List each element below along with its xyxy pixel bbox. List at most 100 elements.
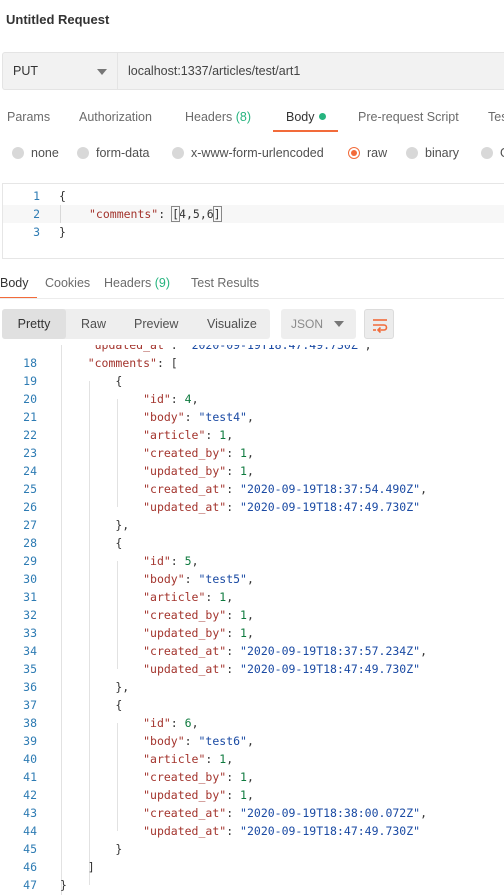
line-number: 44 <box>23 824 37 838</box>
code-text: { <box>60 698 123 712</box>
code-text: "article": 1, <box>143 752 234 766</box>
view-visualize[interactable]: Visualize <box>207 309 257 339</box>
code-line: 31 "article": 1, <box>0 588 504 606</box>
code-text: { <box>60 536 123 550</box>
request-title[interactable]: Untitled Request <box>6 12 109 27</box>
url-bar: PUT localhost:1337/articles/test/art1 <box>2 52 504 90</box>
radio-raw[interactable]: raw <box>348 146 387 160</box>
line-number: 31 <box>23 590 37 604</box>
code-line: 43 "created_at": "2020-09-19T18:38:00.07… <box>0 804 504 822</box>
line-number: 28 <box>23 536 37 550</box>
code-text: } <box>60 878 67 892</box>
headers-count: (8) <box>235 110 252 124</box>
code-text: "updated_by": 1, <box>143 626 254 640</box>
code-text: "updated_at": "2020-09-19T18:47:49.730Z" <box>143 500 421 514</box>
view-preview[interactable]: Preview <box>134 309 178 339</box>
code-line: 37 { <box>0 696 504 714</box>
line-number: 42 <box>23 788 37 802</box>
line-number: 43 <box>23 806 37 820</box>
radio-x-www-form-urlencoded[interactable]: x-www-form-urlencoded <box>172 146 324 160</box>
line-number: 19 <box>23 374 37 388</box>
code-text: "updated_by": 1, <box>143 464 254 478</box>
code-text: }, <box>60 518 130 532</box>
url-input[interactable]: localhost:1337/articles/test/art1 <box>117 52 504 90</box>
view-mode-group: Pretty Raw Preview Visualize <box>2 309 270 339</box>
code-line: 41 "created_by": 1, <box>0 768 504 786</box>
tab-response-headers[interactable]: Headers (9) <box>104 272 170 299</box>
radio-circle <box>12 147 24 159</box>
method-select[interactable]: PUT <box>2 52 117 90</box>
code-line: 24 "updated_by": 1, <box>0 462 504 480</box>
tab-params[interactable]: Params <box>7 104 50 132</box>
tab-test-results[interactable]: Test Results <box>191 272 259 299</box>
code-line: 45 } <box>0 840 504 858</box>
code-line: 38 "id": 6, <box>0 714 504 732</box>
radio-circle <box>77 147 89 159</box>
wrap-lines-button[interactable] <box>364 309 394 339</box>
tab-authorization[interactable]: Authorization <box>79 104 152 132</box>
view-pretty[interactable]: Pretty <box>2 309 66 339</box>
code-line: 28 { <box>0 534 504 552</box>
line-number: 24 <box>23 464 37 478</box>
radio-circle <box>406 147 418 159</box>
body-indicator-dot <box>318 113 326 120</box>
tab-pre-request-script[interactable]: Pre-request Script <box>358 104 459 132</box>
tab-body[interactable]: Body <box>273 104 337 132</box>
line-number: 20 <box>23 392 37 406</box>
code-text: "id": 4, <box>143 392 199 406</box>
radio-graphql[interactable]: G <box>481 146 504 160</box>
view-raw[interactable]: Raw <box>81 309 106 339</box>
divider <box>0 298 504 299</box>
tab-tests[interactable]: Tes <box>488 104 504 132</box>
line-number: 27 <box>23 518 37 532</box>
response-headers-count: (9) <box>154 276 171 290</box>
line-number: 25 <box>23 482 37 496</box>
format-label: JSON <box>291 317 324 331</box>
format-select[interactable]: JSON <box>281 309 356 339</box>
code-text: { <box>60 374 123 388</box>
chevron-down-icon <box>97 69 107 75</box>
code-line: 42 "updated_by": 1, <box>0 786 504 804</box>
code-line: 34 "created_at": "2020-09-19T18:37:57.23… <box>0 642 504 660</box>
code-text: "article": 1, <box>143 590 234 604</box>
code-line: 39 "body": "test6", <box>0 732 504 750</box>
code-line: 36 }, <box>0 678 504 696</box>
radio-form-data[interactable]: form-data <box>77 146 150 160</box>
line-number: 39 <box>23 734 37 748</box>
code-text: "body": "test6", <box>143 734 254 748</box>
code-line: 29 "id": 5, <box>0 552 504 570</box>
radio-circle <box>481 147 493 159</box>
radio-none[interactable]: none <box>12 146 59 160</box>
code-text: "created_by": 1, <box>143 770 254 784</box>
code-text: "body": "test4", <box>143 410 254 424</box>
request-body-editor[interactable]: 1 { 2 "comments": [4,5,6] 3 } <box>2 183 504 259</box>
indent-guide <box>60 205 61 223</box>
code-line: 46 ] <box>0 858 504 876</box>
tab-cookies[interactable]: Cookies <box>45 272 90 299</box>
editor-line: 3 } <box>33 225 66 239</box>
line-number: 45 <box>23 842 37 856</box>
line-number: 35 <box>23 662 37 676</box>
line-number: 18 <box>23 356 37 370</box>
line-number: 30 <box>23 572 37 586</box>
line-number: 33 <box>23 626 37 640</box>
code-text: "created_by": 1, <box>143 446 254 460</box>
code-text: "updated_by": 1, <box>143 788 254 802</box>
code-line: 20 "id": 4, <box>0 390 504 408</box>
tab-response-body[interactable]: Body <box>0 272 36 299</box>
code-text: "created_by": 1, <box>143 608 254 622</box>
radio-binary[interactable]: binary <box>406 146 459 160</box>
code-text: "updated_at": "2020-09-19T18:47:49.730Z" <box>143 824 421 838</box>
code-text: "id": 6, <box>143 716 199 730</box>
line-number: 23 <box>23 446 37 460</box>
code-text: "updated_at": "2020-09-19T18:47:49.730Z" <box>143 662 421 676</box>
line-number: 36 <box>23 680 37 694</box>
tab-headers[interactable]: Headers (8) <box>185 104 251 132</box>
code-line: 32 "created_by": 1, <box>0 606 504 624</box>
line-number: 46 <box>23 860 37 874</box>
code-text: "article": 1, <box>143 428 234 442</box>
response-tabs: Body Cookies Headers (9) Test Results <box>0 272 504 299</box>
response-body-viewer[interactable]: "updated_at": "2020-09-19T18:47:49.730Z"… <box>0 345 504 895</box>
line-number: 38 <box>23 716 37 730</box>
code-line: 19 { <box>0 372 504 390</box>
